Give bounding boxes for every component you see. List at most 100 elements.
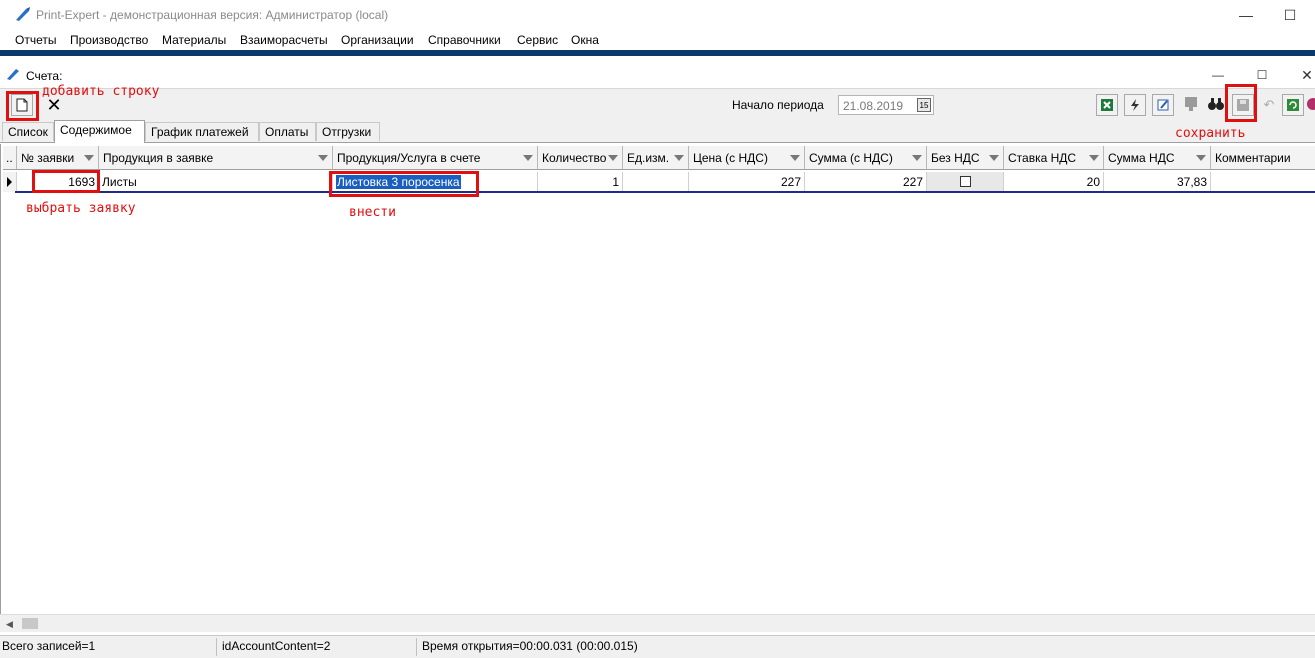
chevron-down-icon[interactable] — [608, 155, 618, 161]
annotation-add-row: добавить строку — [42, 84, 160, 99]
chevron-down-icon[interactable] — [912, 155, 922, 161]
annotation-box-select-order — [32, 170, 100, 193]
tab-content[interactable]: Содержимое — [54, 120, 145, 143]
menu-windows[interactable]: Окна — [571, 33, 599, 47]
chevron-down-icon[interactable] — [790, 155, 800, 161]
column-label: Количество — [542, 151, 607, 165]
cell-price[interactable]: 227 — [689, 172, 805, 192]
tab-list[interactable]: Список — [2, 122, 54, 141]
menu-organizations[interactable]: Организации — [341, 33, 414, 47]
horizontal-scrollbar[interactable]: ◀ — [0, 614, 1315, 632]
cell-vat-rate[interactable]: 20 — [1004, 172, 1104, 192]
row-indicator[interactable] — [3, 172, 17, 192]
column-label: Продукция/Услуга в счете — [337, 151, 481, 165]
annotation-enter: внести — [349, 205, 396, 220]
undo-button[interactable]: ↶ — [1258, 94, 1280, 116]
column-header-unit[interactable]: Ед.изм. — [623, 146, 689, 170]
cell-no-vat[interactable] — [927, 172, 1004, 192]
cell-product-in-order[interactable]: Листы — [99, 172, 333, 192]
no-vat-checkbox[interactable] — [959, 176, 971, 188]
tab-shipments[interactable]: Отгрузки — [316, 122, 380, 141]
annotation-box-save — [1225, 84, 1257, 122]
menu-service[interactable]: Сервис — [517, 33, 558, 47]
cell-unit[interactable] — [623, 172, 689, 192]
chevron-down-icon[interactable] — [674, 155, 684, 161]
column-header-quantity[interactable]: Количество — [538, 146, 623, 170]
disabled-tool-button[interactable] — [1180, 94, 1202, 116]
tab-payment-schedule[interactable]: График платежей — [145, 122, 259, 141]
refresh-button[interactable] — [1282, 94, 1304, 116]
menu-bar: Отчеты Производство Материалы Взаиморасч… — [0, 30, 1315, 50]
annotation-save: сохранить — [1175, 126, 1246, 141]
status-bar: Всего записей=1 idAccountContent=2 Время… — [0, 635, 1315, 658]
column-header-vat-sum[interactable]: Сумма НДС — [1104, 146, 1211, 170]
cell-vat-sum[interactable]: 37,83 — [1104, 172, 1211, 192]
cell-sum[interactable]: 227 — [805, 172, 927, 192]
column-header-no-vat[interactable]: Без НДС — [927, 146, 1004, 170]
annotation-select-order: выбрать заявку — [26, 201, 136, 216]
scroll-left-icon[interactable]: ◀ — [6, 619, 13, 630]
undo-icon: ↶ — [1263, 97, 1275, 112]
binoculars-icon — [1208, 98, 1224, 110]
period-label: Начало периода — [732, 98, 824, 112]
find-button[interactable] — [1205, 94, 1227, 116]
action-button[interactable] — [1124, 94, 1146, 116]
column-header-order-no[interactable]: № заявки — [17, 146, 99, 170]
column-header-sum[interactable]: Сумма (с НДС) — [805, 146, 927, 170]
chevron-down-icon[interactable] — [989, 155, 999, 161]
edit-button[interactable] — [1152, 94, 1174, 116]
menu-directories[interactable]: Справочники — [428, 33, 501, 47]
edit-icon — [1157, 99, 1169, 111]
excel-export-button[interactable] — [1096, 94, 1118, 116]
child-window-title: Счета: — [26, 69, 63, 83]
toolbar: ✕ Начало периода 21.08.2019 15 ↶ — [0, 88, 1315, 121]
status-divider — [216, 638, 217, 656]
refresh-icon — [1287, 99, 1299, 111]
chevron-down-icon[interactable] — [318, 155, 328, 161]
column-label: Продукция в заявке — [103, 151, 214, 165]
column-label: Ед.изм. — [627, 151, 670, 165]
scrollbar-thumb[interactable] — [22, 618, 38, 629]
status-divider — [416, 638, 417, 656]
annotation-box-add-row — [6, 91, 39, 121]
tab-bar: Список Содержимое График платежей Оплаты… — [0, 120, 1315, 143]
status-record-count: Всего записей=1 — [2, 639, 96, 653]
status-record-id: idAccountContent=2 — [222, 639, 331, 653]
tab-payments[interactable]: Оплаты — [259, 122, 316, 141]
menu-production[interactable]: Производство — [70, 33, 148, 47]
app-title-bar: Print-Expert - демонстрационная версия: … — [0, 0, 1315, 30]
column-label: Цена (с НДС) — [693, 151, 768, 165]
period-start-value: 21.08.2019 — [843, 99, 904, 113]
row-selector-header[interactable]: .. — [3, 146, 17, 170]
more-button[interactable] — [1306, 94, 1315, 116]
excel-icon — [1101, 99, 1113, 111]
status-open-time: Время открытия=00:00.031 (00:00.015) — [422, 639, 638, 653]
column-header-price[interactable]: Цена (с НДС) — [689, 146, 805, 170]
chevron-down-icon[interactable] — [1196, 155, 1206, 161]
column-header-product-in-order[interactable]: Продукция в заявке — [99, 146, 333, 170]
child-close-button[interactable]: ✕ — [1285, 60, 1315, 90]
column-label: Без НДС — [931, 151, 980, 165]
chevron-down-icon[interactable] — [84, 155, 94, 161]
current-row-underline — [15, 191, 1315, 193]
period-start-field[interactable]: 21.08.2019 15 — [838, 95, 934, 115]
window-icon — [6, 67, 22, 84]
column-header-comment[interactable]: Комментарии — [1211, 146, 1315, 170]
tool-icon — [1185, 97, 1197, 111]
menu-settlements[interactable]: Взаиморасчеты — [240, 33, 328, 47]
chevron-down-icon[interactable] — [1089, 155, 1099, 161]
cell-comment[interactable] — [1211, 172, 1315, 192]
cell-quantity[interactable]: 1 — [538, 172, 623, 192]
annotation-box-enter — [329, 171, 479, 197]
column-header-vat-rate[interactable]: Ставка НДС — [1004, 146, 1104, 170]
column-label: № заявки — [21, 151, 75, 165]
calendar-icon[interactable]: 15 — [917, 98, 931, 112]
maximize-button[interactable]: ☐ — [1268, 0, 1312, 30]
column-header-product-in-invoice[interactable]: Продукция/Услуга в счете — [333, 146, 538, 170]
minimize-button[interactable]: — — [1224, 0, 1268, 30]
column-label: Сумма (с НДС) — [809, 151, 893, 165]
column-label: Комментарии — [1215, 151, 1291, 165]
chevron-down-icon[interactable] — [523, 155, 533, 161]
menu-reports[interactable]: Отчеты — [15, 33, 56, 47]
menu-materials[interactable]: Материалы — [162, 33, 226, 47]
